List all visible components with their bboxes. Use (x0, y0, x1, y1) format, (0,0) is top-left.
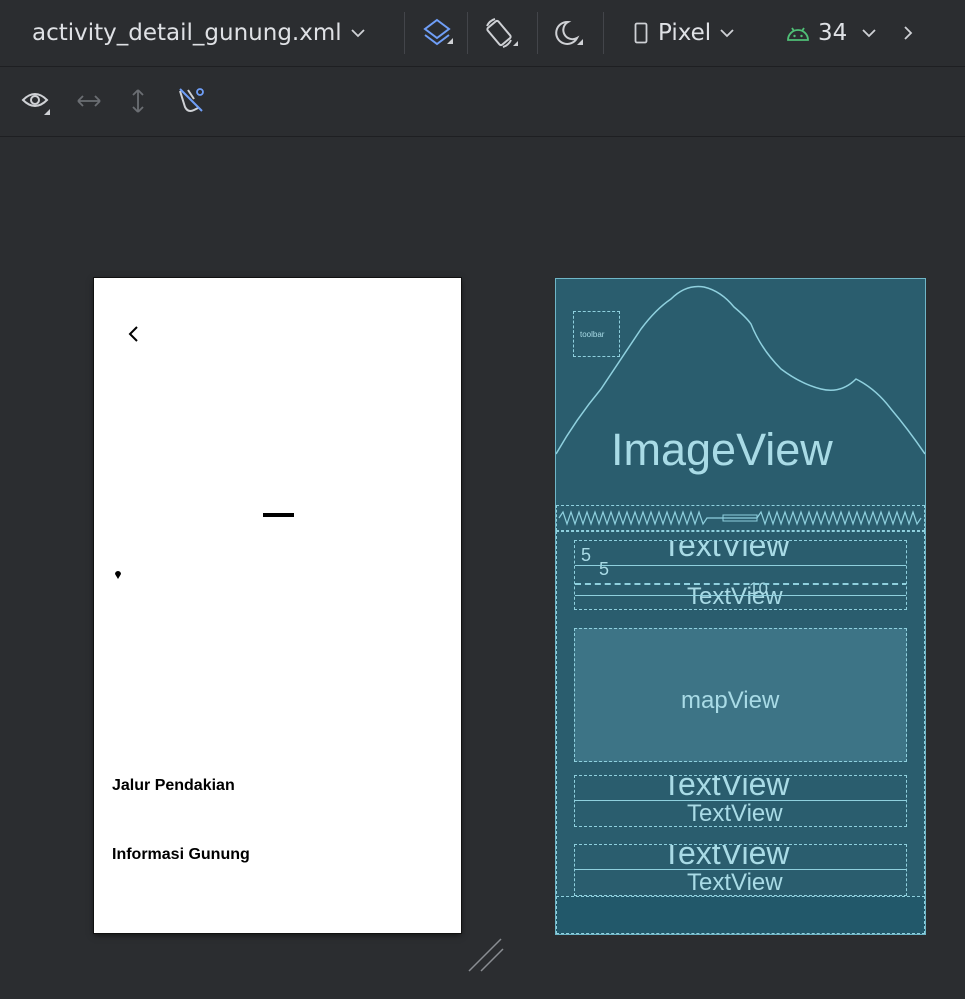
guide-line (575, 583, 906, 585)
location-pin-icon (114, 570, 122, 580)
number-five-label: 5 (599, 559, 610, 579)
back-arrow-icon[interactable] (127, 324, 141, 344)
informasi-gunung-label: Informasi Gunung (112, 846, 250, 863)
clear-constraints-icon[interactable] (176, 85, 208, 117)
jalur-pendakian-label: Jalur Pendakian (112, 777, 235, 794)
vertical-resize-icon[interactable] (130, 86, 146, 116)
design-preview[interactable]: Jalur Pendakian Informasi Gunung (94, 278, 461, 933)
resize-handle-icon[interactable] (466, 936, 506, 974)
api-level-label: 34 (818, 20, 848, 46)
toolbar-placeholder[interactable]: toolbar (573, 311, 620, 357)
number-five-label: 5 (581, 545, 592, 565)
night-mode-icon[interactable] (551, 0, 585, 66)
chevron-down-icon (719, 28, 735, 38)
chevron-right-icon[interactable] (902, 0, 914, 66)
rotate-orientation-icon[interactable] (483, 0, 519, 66)
device-label: Pixel (658, 20, 712, 46)
toolbar-placeholder-label: toolbar (580, 330, 605, 339)
divider-bar (263, 513, 294, 517)
guide-line (575, 869, 906, 870)
textview-label: TextView (662, 775, 790, 802)
horizontal-resize-icon[interactable] (74, 93, 104, 109)
blueprint-preview[interactable]: toolbar ImageView TextView 5 5 10 TextVi… (555, 278, 926, 935)
phone-device-icon (634, 22, 648, 44)
imageview-label: ImageView (611, 424, 833, 475)
mapview-label: mapView (681, 687, 780, 714)
bottom-bar[interactable] (556, 896, 925, 934)
chevron-down-icon (861, 28, 877, 38)
guide-line (575, 595, 906, 596)
chevron-down-icon (350, 28, 366, 38)
info-group[interactable]: TextView TextView (574, 844, 907, 896)
editor-toolbar: activity_detail_gunung.xml Pixel 34 (0, 0, 965, 67)
textview-label: TextView (662, 540, 790, 563)
title-group[interactable]: TextView 5 5 10 TextView (574, 540, 907, 610)
separator (603, 12, 604, 54)
device-dropdown[interactable]: Pixel (634, 0, 735, 66)
textview-label: TextView (662, 844, 790, 871)
map-view[interactable]: mapView (574, 628, 907, 762)
textview-label: TextView (687, 583, 783, 610)
file-name-dropdown[interactable]: activity_detail_gunung.xml (32, 0, 366, 66)
guide-line (575, 800, 906, 801)
separator (467, 12, 468, 54)
separator (404, 12, 405, 54)
textview-label: TextView (687, 869, 783, 896)
view-options-toolbar (0, 67, 965, 137)
jalur-group[interactable]: TextView TextView (574, 775, 907, 827)
separator (537, 12, 538, 54)
android-icon (786, 24, 810, 42)
eye-icon[interactable] (20, 87, 54, 117)
layers-icon[interactable] (421, 0, 455, 66)
guide-line (575, 565, 906, 566)
file-name-label: activity_detail_gunung.xml (32, 20, 342, 46)
textview-label: TextView (687, 800, 783, 827)
divider-view[interactable] (556, 505, 925, 531)
api-level-dropdown[interactable]: 34 (786, 0, 877, 66)
